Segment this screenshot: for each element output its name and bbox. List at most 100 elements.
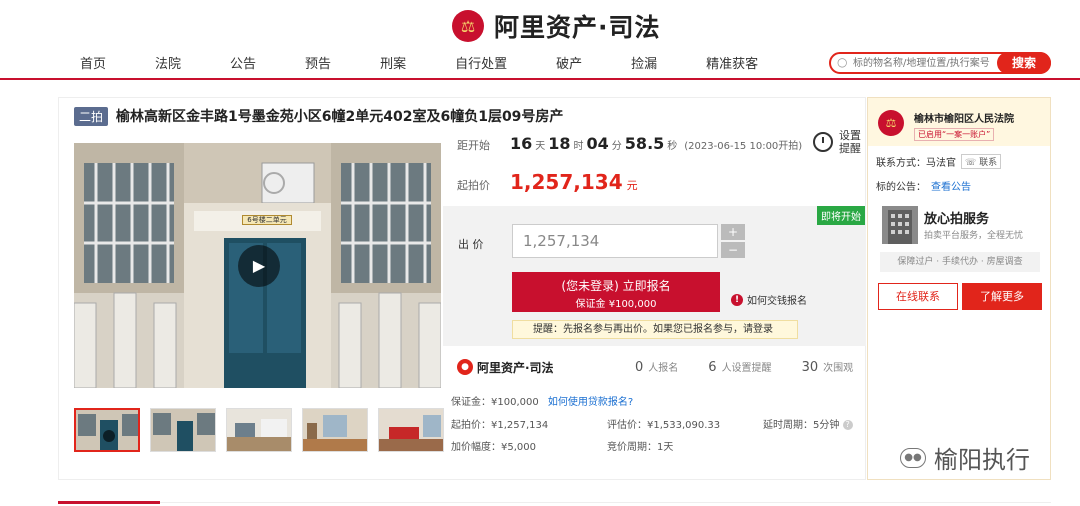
auction-round-badge: 二拍 (74, 106, 109, 126)
active-tab-indicator (58, 501, 160, 504)
set-reminder-button[interactable]: 设置提醒 (813, 129, 863, 155)
signup-count-value: 0 (635, 360, 644, 375)
bid-increment: 加价幅度：¥5,000 (451, 442, 536, 453)
wechat-watermark: ●● 榆阳执行 (900, 440, 1030, 475)
start-price-row: 起拍价 1,257,134 元 (457, 170, 638, 194)
listing-title-row: 二拍 榆林高新区金丰路1号墨金苑小区6幢2单元402室及6幢负1层09号房产 (74, 106, 563, 126)
nav-item-preview[interactable]: 预告 (305, 53, 331, 72)
view-count-label: 次围观 (823, 363, 854, 374)
wechat-icon: ●● (900, 447, 926, 468)
nav-item-bargain[interactable]: 捡漏 (631, 53, 657, 72)
video-play-icon[interactable]: ▶ (238, 245, 280, 287)
signup-count: 0 人报名 (635, 359, 678, 375)
learn-more-button[interactable]: 了解更多 (962, 283, 1042, 310)
thumbnail-image (379, 409, 443, 451)
deposit-amount: 保证金：¥100,000 (451, 397, 539, 408)
start-time: (2023-06-15 10:00开拍) (684, 141, 803, 152)
court-sidebar: ⚖ 榆林市榆阳区人民法院 已启用“一案一账户” 联系方式：马法官 ☏ 联系 标的… (867, 97, 1051, 480)
nav-item-criminal[interactable]: 刑案 (380, 53, 406, 72)
nav-item-announcement[interactable]: 公告 (230, 53, 256, 72)
start-price-detail: 起拍价：¥1,257,134 (451, 420, 549, 431)
brand-mark: ● 阿里资产·司法 (457, 359, 605, 376)
countdown-minutes: 04 (586, 134, 609, 153)
court-emblem-icon: ⚖ (878, 110, 904, 136)
main-nav: 首页 法院 公告 预告 刑案 自行处置 破产 捡漏 精准获客 (80, 53, 807, 72)
reminder-label: 设置提醒 (839, 129, 861, 155)
increase-bid-button[interactable]: + (721, 224, 745, 240)
nav-item-court[interactable]: 法院 (155, 53, 181, 72)
nav-item-customers[interactable]: 精准获客 (706, 53, 758, 72)
countdown-days: 16 (510, 134, 533, 153)
how-to-pay-link[interactable]: ! 如何交钱报名 (731, 292, 807, 307)
nav-item-bankruptcy[interactable]: 破产 (556, 53, 582, 72)
assure-service-title: 放心拍服务 (924, 212, 990, 227)
site-header: ⚖ 阿里资产·司法 首页 法院 公告 预告 刑案 自行处置 破产 捡漏 精准获客… (0, 0, 1080, 80)
register-button[interactable]: (您未登录) 立即报名 保证金 ¥100,000 (512, 272, 720, 312)
thumbnail-3[interactable] (226, 408, 292, 452)
status-badge: 即将开始 (817, 206, 865, 225)
countdown-minutes-unit: 分 (611, 141, 622, 152)
search-input[interactable] (853, 55, 1003, 71)
start-price-label: 起拍价 (457, 179, 490, 192)
notice-label: 标的公告： (876, 182, 926, 193)
countdown-seconds: 58.5 (624, 134, 665, 153)
court-header: ⚖ 榆林市榆阳区人民法院 已启用“一案一账户” (868, 98, 1050, 146)
assure-service-subtitle: 拍卖平台服务，全程无忧 (924, 231, 1024, 241)
thumbnail-1[interactable] (74, 408, 140, 452)
info-icon: ! (731, 293, 743, 306)
thumbnail-image (76, 410, 138, 450)
notice-row: 标的公告： 查看公告 (876, 178, 971, 193)
loan-signup-link[interactable]: 如何使用贷款报名? (548, 397, 633, 408)
brand-text: 阿里资产·司法 (477, 360, 554, 375)
nav-item-home[interactable]: 首页 (80, 53, 106, 72)
auction-stats: ● 阿里资产·司法 0 人报名 6 人设置提醒 30 次围观 (457, 357, 857, 377)
appraisal-price: 评估价：¥1,533,090.33 (607, 420, 721, 431)
thumbnail-image (227, 409, 291, 451)
thumbnail-5[interactable] (378, 408, 444, 452)
decrease-bid-button[interactable]: − (721, 242, 745, 258)
court-account-tag: 已启用“一案一账户” (914, 128, 995, 141)
start-price-unit: 元 (626, 179, 638, 192)
watermark-text: 榆阳执行 (934, 446, 1030, 474)
view-count-value: 30 (801, 360, 819, 375)
thumbnail-image (303, 409, 367, 451)
delay-period-label: 延时周期：5分钟 (763, 420, 840, 431)
start-price: 1,257,134 (510, 170, 623, 194)
brand-logo-icon: ● (457, 359, 473, 375)
contact-row: 联系方式：马法官 ☏ 联系 (876, 154, 1002, 169)
delay-period: 延时周期：5分钟 ? (763, 416, 853, 431)
signup-count-label: 人报名 (648, 363, 679, 374)
listing-title: 榆林高新区金丰路1号墨金苑小区6幢2单元402室及6幢负1层09号房产 (116, 109, 564, 125)
bottom-tab-divider (58, 501, 1051, 504)
view-notice-link[interactable]: 查看公告 (931, 182, 971, 193)
thumbnail-2[interactable] (150, 408, 216, 452)
countdown: 距开始 16 天 18 时 04 分 58.5 秒 (2023-06-15 10… (457, 134, 802, 164)
building-image (882, 206, 918, 244)
court-name[interactable]: 榆林市榆阳区人民法院 (914, 110, 1014, 125)
site-logo[interactable]: ⚖ 阿里资产·司法 (452, 8, 661, 44)
login-tip: 提醒：先报名参与再出价。如果您已报名参与，请登录 (512, 320, 798, 339)
reminder-count-value: 6 (708, 360, 717, 375)
bid-cycle: 竞价周期：1天 (607, 442, 674, 453)
nav-item-self-disposal[interactable]: 自行处置 (455, 53, 507, 72)
thumbnail-4[interactable] (302, 408, 368, 452)
alarm-clock-icon (813, 132, 833, 152)
how-to-pay-label: 如何交钱报名 (747, 296, 807, 307)
online-contact-button[interactable]: 在线联系 (878, 283, 958, 310)
assure-service-features: 保障过户 · 手续代办 · 房屋调查 (880, 252, 1040, 272)
court-emblem-icon: ⚖ (452, 10, 484, 42)
register-deposit-label: 保证金 ¥100,000 (575, 299, 657, 310)
thumbnail-strip (74, 408, 454, 452)
bid-price-input[interactable]: 1,257,134 (512, 224, 718, 258)
countdown-seconds-unit: 秒 (667, 141, 678, 152)
logo-text: 阿里资产·司法 (494, 13, 661, 42)
reminder-count-label: 人设置提醒 (721, 363, 772, 374)
building-sign: 6号楼二单元 (242, 215, 292, 225)
help-icon[interactable]: ? (842, 420, 853, 430)
search-button[interactable]: 搜索 (997, 52, 1051, 74)
countdown-hours: 18 (548, 134, 571, 153)
building-icon (888, 210, 912, 244)
contact-button[interactable]: ☏ 联系 (961, 154, 1002, 169)
reminder-count: 6 人设置提醒 (708, 359, 771, 375)
register-button-label: (您未登录) 立即报名 (561, 279, 671, 293)
